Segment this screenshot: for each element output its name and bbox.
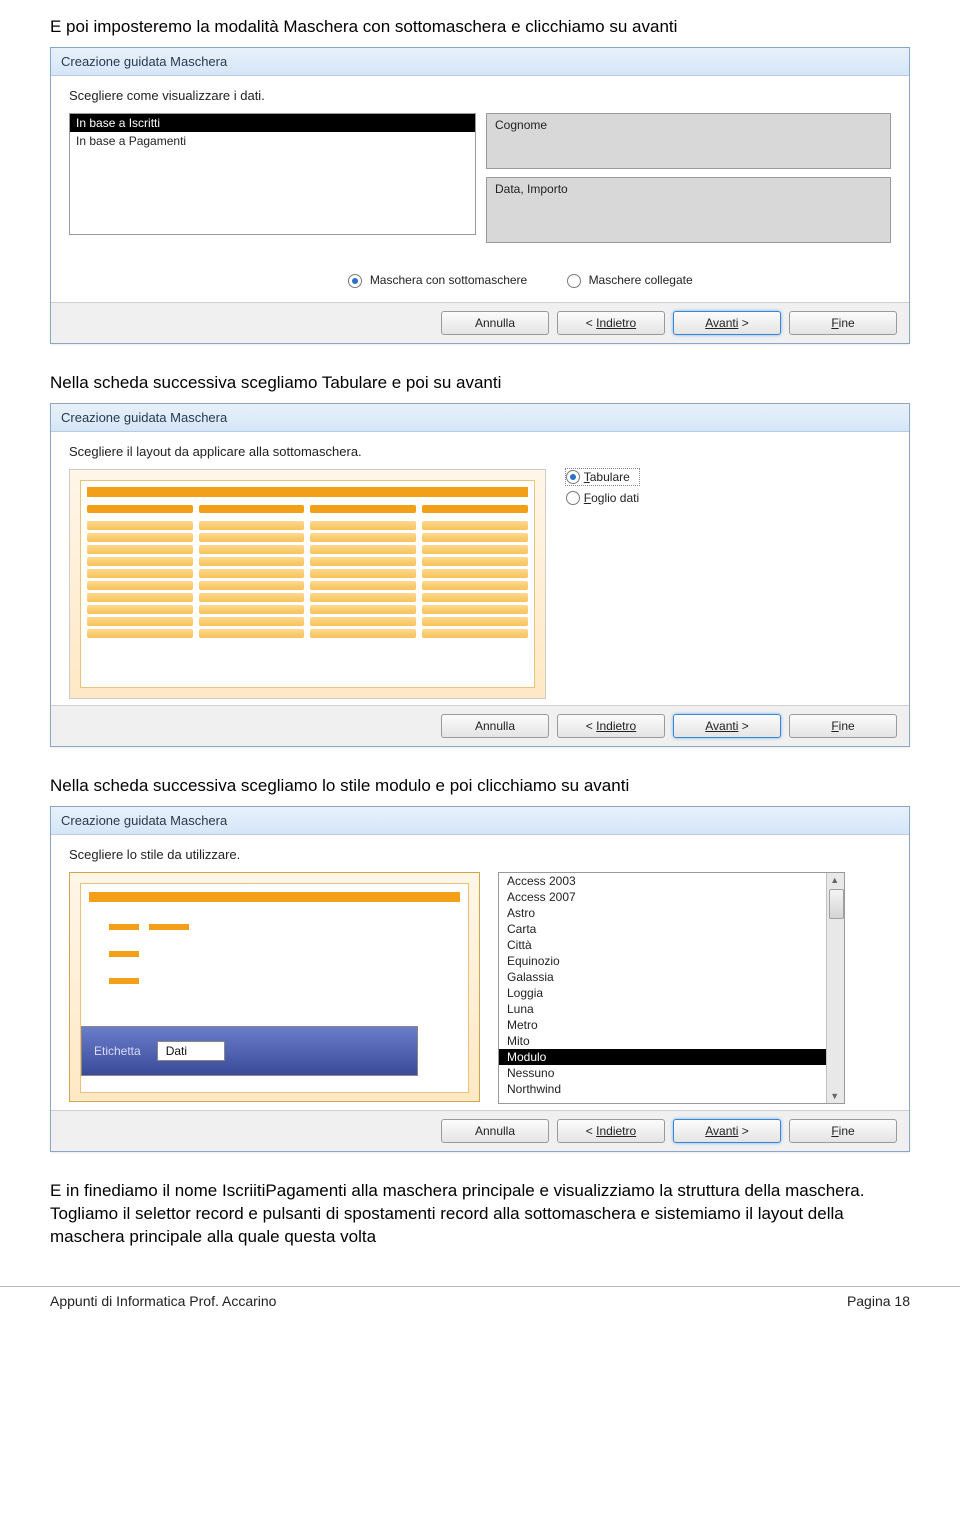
paragraph-2: Nella scheda successiva scegliamo Tabula… (50, 372, 910, 395)
radio-icon (348, 274, 362, 288)
radio-subform[interactable]: Maschera con sottomaschere (348, 273, 527, 288)
dialog-prompt: Scegliere lo stile da utilizzare. (69, 847, 891, 862)
list-item[interactable]: Mito (499, 1033, 844, 1049)
list-item[interactable]: Northwind (499, 1081, 844, 1097)
wizard-dialog-3: Creazione guidata Maschera Scegliere lo … (50, 806, 910, 1152)
next-button[interactable]: Avanti > (673, 714, 781, 738)
cancel-button[interactable]: Annulla (441, 311, 549, 335)
radio-label: Maschera con sottomaschere (370, 273, 527, 287)
cancel-button[interactable]: Annulla (441, 714, 549, 738)
finish-button[interactable]: Fine (789, 714, 897, 738)
list-item[interactable]: Carta (499, 921, 844, 937)
list-item[interactable]: In base a Iscritti (70, 114, 475, 132)
back-button[interactable]: < Indietro (557, 1119, 665, 1143)
list-item[interactable]: Luna (499, 1001, 844, 1017)
radio-label: Tabulare (584, 470, 630, 484)
dialog-title: Creazione guidata Maschera (51, 404, 909, 432)
list-item-selected[interactable]: Modulo (499, 1049, 844, 1065)
list-item[interactable]: Loggia (499, 985, 844, 1001)
fields-main-box: Cognome (486, 113, 891, 169)
radio-icon (566, 470, 580, 484)
style-listbox[interactable]: Access 2003 Access 2007 Astro Carta Citt… (498, 872, 845, 1104)
list-item[interactable]: Metro (499, 1017, 844, 1033)
layout-preview (69, 469, 546, 699)
button-row: Annulla < Indietro Avanti > Fine (51, 302, 909, 343)
radio-datasheet[interactable]: Foglio dati (566, 491, 639, 505)
list-item[interactable]: Città (499, 937, 844, 953)
list-item[interactable]: In base a Pagamenti (70, 132, 475, 150)
dialog-prompt: Scegliere come visualizzare i dati. (69, 88, 891, 103)
preview-data-box: Dati (157, 1041, 225, 1061)
radio-linked[interactable]: Maschere collegate (567, 273, 692, 288)
list-item[interactable]: Nessuno (499, 1065, 844, 1081)
cancel-button[interactable]: Annulla (441, 1119, 549, 1143)
preview-label-text: Etichetta (94, 1044, 141, 1058)
finish-button[interactable]: Fine (789, 1119, 897, 1143)
radio-icon (567, 274, 581, 288)
scrollbar[interactable] (826, 873, 844, 1103)
wizard-dialog-2: Creazione guidata Maschera Scegliere il … (50, 403, 910, 747)
dialog-prompt: Scegliere il layout da applicare alla so… (69, 444, 891, 459)
back-button[interactable]: < Indietro (557, 714, 665, 738)
page-footer: Appunti di Informatica Prof. Accarino Pa… (0, 1286, 960, 1315)
paragraph-1: E poi imposteremo la modalità Maschera c… (50, 16, 910, 39)
list-item[interactable]: Access 2007 (499, 889, 844, 905)
tables-listbox[interactable]: In base a Iscritti In base a Pagamenti (69, 113, 476, 235)
back-button[interactable]: < Indietro (557, 311, 665, 335)
radio-label: Foglio dati (584, 491, 639, 505)
next-button[interactable]: Avanti > (673, 1119, 781, 1143)
style-preview: Etichetta Dati (69, 872, 480, 1102)
fields-sub-box: Data, Importo (486, 177, 891, 243)
list-item[interactable]: Astro (499, 905, 844, 921)
paragraph-4: E in finediamo il nome IscriitiPagamenti… (50, 1180, 910, 1249)
list-item[interactable]: Galassia (499, 969, 844, 985)
footer-left: Appunti di Informatica Prof. Accarino (50, 1293, 276, 1309)
wizard-dialog-1: Creazione guidata Maschera Scegliere com… (50, 47, 910, 344)
radio-icon (566, 491, 580, 505)
list-item[interactable]: Access 2003 (499, 873, 844, 889)
paragraph-3: Nella scheda successiva scegliamo lo sti… (50, 775, 910, 798)
footer-right: Pagina 18 (847, 1293, 910, 1309)
button-row: Annulla < Indietro Avanti > Fine (51, 1110, 909, 1151)
button-row: Annulla < Indietro Avanti > Fine (51, 705, 909, 746)
next-button[interactable]: Avanti > (673, 311, 781, 335)
radio-label: Maschere collegate (589, 273, 693, 287)
list-item[interactable]: Equinozio (499, 953, 844, 969)
radio-tabular[interactable]: Tabulare (566, 469, 639, 485)
finish-button[interactable]: Fine (789, 311, 897, 335)
dialog-title: Creazione guidata Maschera (51, 48, 909, 76)
dialog-title: Creazione guidata Maschera (51, 807, 909, 835)
